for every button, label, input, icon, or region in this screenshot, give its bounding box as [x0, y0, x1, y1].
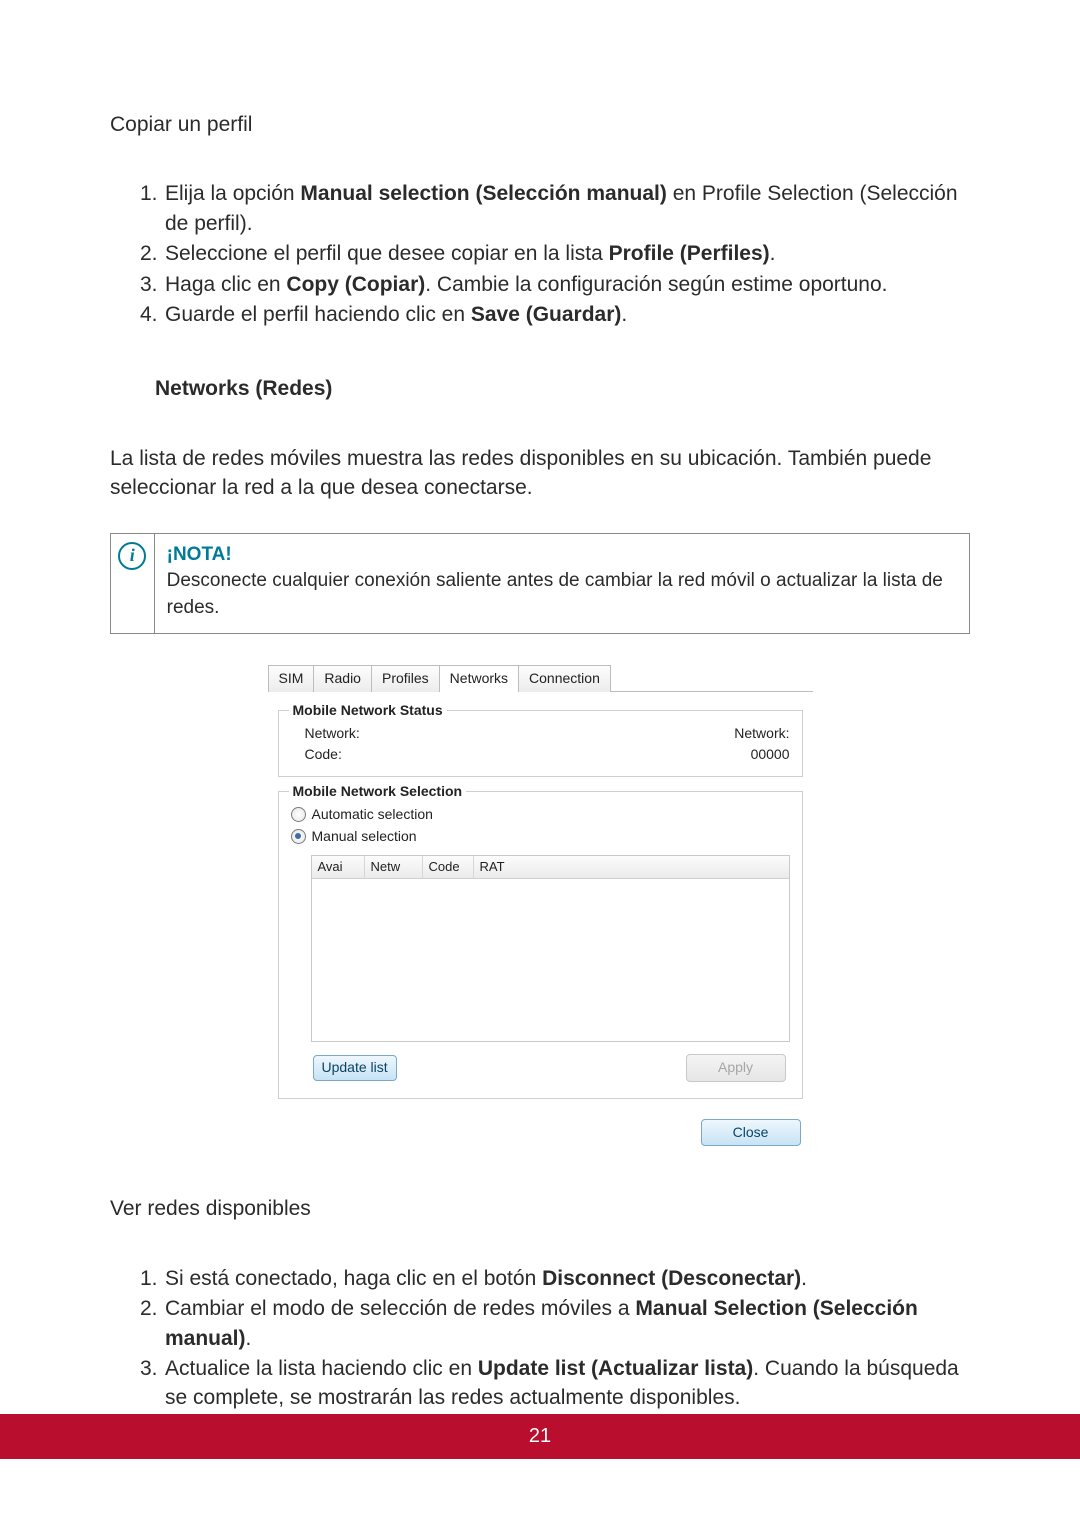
list-item: 3. Actualice la lista haciendo clic en U… [140, 1354, 970, 1413]
networks-intro: La lista de redes móviles muestra las re… [110, 444, 970, 503]
step-before: Seleccione el perfil que desee copiar en… [165, 242, 609, 265]
radio-auto-selection[interactable]: Automatic selection [291, 804, 790, 826]
step-after: . [801, 1267, 807, 1290]
page-footer: 21 [0, 1414, 1080, 1459]
step-before: Actualice la lista haciendo clic en [165, 1357, 478, 1380]
tab-panel: Mobile Network Status Network: Network: … [268, 692, 813, 1155]
note-icon-cell: i [111, 534, 155, 634]
radio-manual-selection[interactable]: Manual selection [291, 826, 790, 848]
selection-legend: Mobile Network Selection [289, 782, 467, 802]
step-before: Cambiar el modo de selección de redes mó… [165, 1297, 635, 1320]
step-after: . [246, 1327, 252, 1350]
step-after: . [621, 303, 627, 326]
col-avail[interactable]: Avai [312, 856, 365, 878]
step-bold: Profile (Perfiles) [609, 242, 770, 265]
page-number: 21 [529, 1425, 551, 1448]
step-after: . Cambie la configuración según estime o… [425, 273, 887, 296]
radio-icon [291, 829, 306, 844]
list-item: 2. Seleccione el perfil que desee copiar… [140, 239, 970, 268]
status-network-label: Network: [291, 724, 360, 744]
step-bold: Disconnect (Desconectar) [542, 1267, 801, 1290]
heading-view-networks: Ver redes disponibles [110, 1194, 970, 1223]
close-button[interactable]: Close [701, 1119, 801, 1147]
document-body: Copiar un perfil 1. Elija la opción Manu… [0, 0, 1080, 1413]
status-legend: Mobile Network Status [289, 701, 447, 721]
info-icon: i [118, 542, 146, 570]
note-content: ¡NOTA! Desconecte cualquier conexión sal… [155, 534, 969, 634]
col-code[interactable]: Code [423, 856, 474, 878]
heading-copy-profile: Copiar un perfil [110, 110, 970, 139]
copy-profile-steps: 1. Elija la opción Manual selection (Sel… [110, 179, 970, 329]
col-rat[interactable]: RAT [474, 856, 789, 878]
close-row: Close [276, 1103, 805, 1149]
step-after: . [770, 242, 776, 265]
status-code-value: 00000 [751, 745, 790, 765]
radio-icon [291, 807, 306, 822]
col-network[interactable]: Netw [365, 856, 423, 878]
note-title: ¡NOTA! [167, 542, 957, 569]
heading-networks: Networks (Redes) [155, 374, 970, 403]
radio-auto-label: Automatic selection [312, 805, 433, 825]
network-grid[interactable]: Avai Netw Code RAT [311, 855, 790, 1042]
tab-row: SIM Radio Profiles Networks Connection [268, 664, 813, 692]
status-row-code: Code: 00000 [291, 744, 790, 766]
apply-button: Apply [686, 1054, 786, 1082]
update-list-button[interactable]: Update list [313, 1055, 397, 1081]
list-item: 3. Haga clic en Copy (Copiar). Cambie la… [140, 270, 970, 299]
selection-button-row: Update list Apply [291, 1046, 790, 1088]
step-before: Si está conectado, haga clic en el botón [165, 1267, 542, 1290]
step-before: Haga clic en [165, 273, 286, 296]
tab-sim[interactable]: SIM [268, 665, 314, 692]
fieldset-selection: Mobile Network Selection Automatic selec… [278, 791, 803, 1099]
network-dialog-screenshot: SIM Radio Profiles Networks Connection M… [268, 664, 813, 1154]
step-bold: Save (Guardar) [471, 303, 622, 326]
list-item: 4. Guarde el perfil haciendo clic en Sav… [140, 300, 970, 329]
tab-radio[interactable]: Radio [313, 665, 371, 692]
tab-profiles[interactable]: Profiles [371, 665, 439, 692]
list-item: 2. Cambiar el modo de selección de redes… [140, 1294, 970, 1353]
status-network-value: Network: [734, 724, 789, 744]
tab-connection[interactable]: Connection [518, 665, 611, 692]
tab-networks[interactable]: Networks [439, 665, 518, 692]
grid-header: Avai Netw Code RAT [312, 856, 789, 879]
step-before: Elija la opción [165, 182, 300, 205]
list-item: 1. Si está conectado, haga clic en el bo… [140, 1264, 970, 1293]
step-bold: Manual selection (Selección manual) [300, 182, 666, 205]
note-body: Desconecte cualquier conexión saliente a… [167, 568, 957, 621]
status-code-label: Code: [291, 745, 342, 765]
view-networks-steps: 1. Si está conectado, haga clic en el bo… [110, 1264, 970, 1413]
fieldset-status: Mobile Network Status Network: Network: … [278, 710, 803, 777]
status-row-network: Network: Network: [291, 723, 790, 745]
step-bold: Update list (Actualizar lista) [478, 1357, 753, 1380]
note-box: i ¡NOTA! Desconecte cualquier conexión s… [110, 533, 970, 635]
list-item: 1. Elija la opción Manual selection (Sel… [140, 179, 970, 238]
step-bold: Copy (Copiar) [286, 273, 425, 296]
radio-manual-label: Manual selection [312, 827, 417, 847]
step-before: Guarde el perfil haciendo clic en [165, 303, 471, 326]
